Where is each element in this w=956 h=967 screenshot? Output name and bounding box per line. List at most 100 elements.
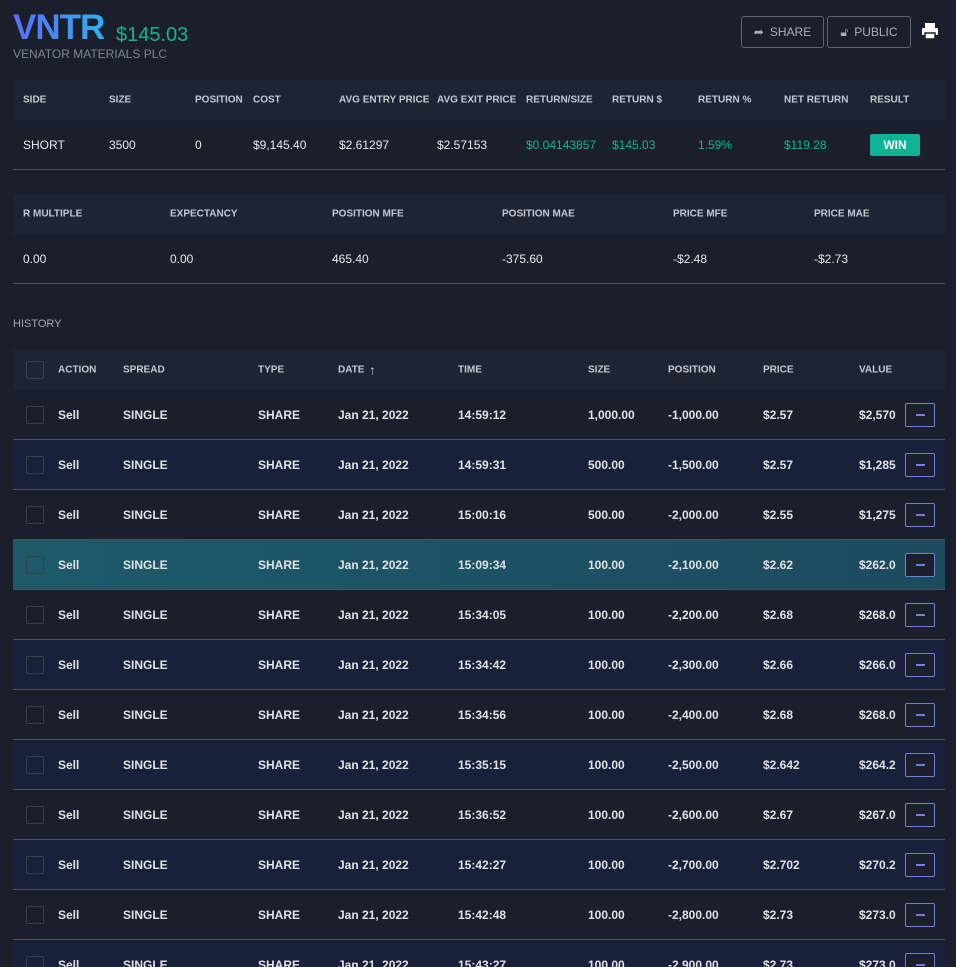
cell-size: 100.00 [588,607,625,622]
remove-row-button[interactable] [905,702,935,727]
cell-date: Jan 21, 2022 [338,607,409,622]
cell-time: 15:42:48 [458,907,507,922]
row-checkbox[interactable] [26,755,44,774]
row-checkbox[interactable] [26,405,44,424]
cell-date: Jan 21, 2022 [338,707,409,722]
metrics-col-header: EXPECTANCY [170,208,238,220]
row-checkbox[interactable] [26,505,44,524]
summary-value: $119.28 [784,137,827,152]
cell-action: Sell [58,457,80,472]
cell-price: $2.57 [763,457,794,472]
summary-col-header: RESULT [870,94,910,106]
cell-size: 100.00 [588,857,625,872]
table-row[interactable]: Sell SINGLE SHARE Jan 21, 2022 14:59:12 1,000… [13,390,945,440]
print-icon[interactable] [921,22,939,40]
cell-date: Jan 21, 2022 [338,557,409,572]
remove-row-button[interactable] [905,852,935,877]
cell-date: Jan 21, 2022 [338,757,409,772]
cell-time: 14:59:12 [458,407,507,422]
cell-action: Sell [58,607,80,622]
cell-time: 15:34:42 [458,657,507,672]
cell-type: SHARE [258,557,301,572]
cell-position: -2,000.00 [668,507,719,522]
row-checkbox[interactable] [26,455,44,474]
minus-icon [915,913,925,916]
cell-size: 100.00 [588,707,625,722]
table-row[interactable]: Sell SINGLE SHARE Jan 21, 2022 15:34:56 100.0… [13,690,945,740]
summary-value: $0.04143857 [526,137,597,152]
cell-action: Sell [58,557,80,572]
table-row[interactable]: Sell SINGLE SHARE Jan 21, 2022 14:59:31 500.0… [13,440,945,490]
row-checkbox[interactable] [26,905,44,924]
row-checkbox[interactable] [26,605,44,624]
history-col-header: SPREAD [123,364,165,376]
cell-type: SHARE [258,707,301,722]
cell-position: -2,700.00 [668,857,719,872]
table-row[interactable]: Sell SINGLE SHARE Jan 21, 2022 15:43:27 100.0… [13,940,945,967]
sort-ascending-icon[interactable]: ↑ [369,363,376,378]
row-checkbox[interactable] [26,555,44,574]
cell-size: 500.00 [588,457,625,472]
remove-row-button[interactable] [905,552,935,577]
cell-date: Jan 21, 2022 [338,857,409,872]
remove-row-button[interactable] [905,502,935,527]
metrics-table: R MULTIPLE EXPECTANCY POSITION MFE POSITION… [13,194,945,284]
remove-row-button[interactable] [905,952,935,967]
public-label: PUBLIC [854,25,898,39]
table-row[interactable]: Sell SINGLE SHARE Jan 21, 2022 15:42:48 100.0… [13,890,945,940]
minus-icon [915,613,925,616]
cell-date: Jan 21, 2022 [338,907,409,922]
history-col-header: ACTION [58,364,97,376]
cell-date: Jan 21, 2022 [338,657,409,672]
minus-icon [915,413,925,416]
row-checkbox[interactable] [26,955,44,967]
share-icon: ➦ [753,25,764,39]
remove-row-button[interactable] [905,802,935,827]
metrics-col-header: POSITION MFE [332,208,404,220]
table-row[interactable]: Sell SINGLE SHARE Jan 21, 2022 15:36:52 100.0… [13,790,945,840]
cell-value: $266.0 [859,657,896,672]
cell-value: $2,570 [859,407,896,422]
history-table: ACTION SPREAD TYPE DATE TIME SIZE POSITION PRIC… [13,350,945,967]
row-checkbox[interactable] [26,855,44,874]
summary-col-header: RETURN $ [612,94,663,106]
table-row[interactable]: Sell SINGLE SHARE Jan 21, 2022 15:09:34 100.0… [13,540,945,590]
cell-price: $2.55 [763,507,794,522]
row-checkbox[interactable] [26,655,44,674]
summary-value: $2.57153 [437,137,488,152]
minus-icon [915,963,925,966]
table-row[interactable]: Sell SINGLE SHARE Jan 21, 2022 15:42:27 100.0… [13,840,945,890]
select-all-checkbox[interactable] [26,361,44,379]
summary-col-header: COST [253,94,281,106]
cell-type: SHARE [258,407,301,422]
metrics-value: 0.00 [23,251,47,266]
table-row[interactable]: Sell SINGLE SHARE Jan 21, 2022 15:34:42 100.0… [13,640,945,690]
cell-action: Sell [58,407,80,422]
share-label: SHARE [769,25,812,39]
table-row[interactable]: Sell SINGLE SHARE Jan 21, 2022 15:35:15 100.0… [13,740,945,790]
remove-row-button[interactable] [905,752,935,777]
cell-time: 14:59:31 [458,457,507,472]
remove-row-button[interactable] [905,902,935,927]
cell-time: 15:43:27 [458,957,507,967]
cell-price: $2.67 [763,807,794,822]
table-row[interactable]: Sell SINGLE SHARE Jan 21, 2022 15:00:16 500.0… [13,490,945,540]
cell-action: Sell [58,657,80,672]
remove-row-button[interactable] [905,452,935,477]
share-button[interactable]: ➦ SHARE [741,16,824,48]
remove-row-button[interactable] [905,402,935,427]
cell-time: 15:34:56 [458,707,507,722]
cell-action: Sell [58,507,80,522]
row-checkbox[interactable] [26,805,44,824]
remove-row-button[interactable] [905,602,935,627]
history-col-header: VALUE [859,364,893,376]
cell-value: $262.0 [859,557,896,572]
history-col-header[interactable]: DATE [338,365,364,376]
metrics-header: R MULTIPLE EXPECTANCY POSITION MFE POSITION… [13,194,945,234]
summary-col-header: NET RETURN [784,94,849,106]
ticker-symbol: VNTR [13,8,105,47]
row-checkbox[interactable] [26,705,44,724]
table-row[interactable]: Sell SINGLE SHARE Jan 21, 2022 15:34:05 100.0… [13,590,945,640]
remove-row-button[interactable] [905,652,935,677]
public-button[interactable]: 🔓︎ PUBLIC [827,16,911,48]
